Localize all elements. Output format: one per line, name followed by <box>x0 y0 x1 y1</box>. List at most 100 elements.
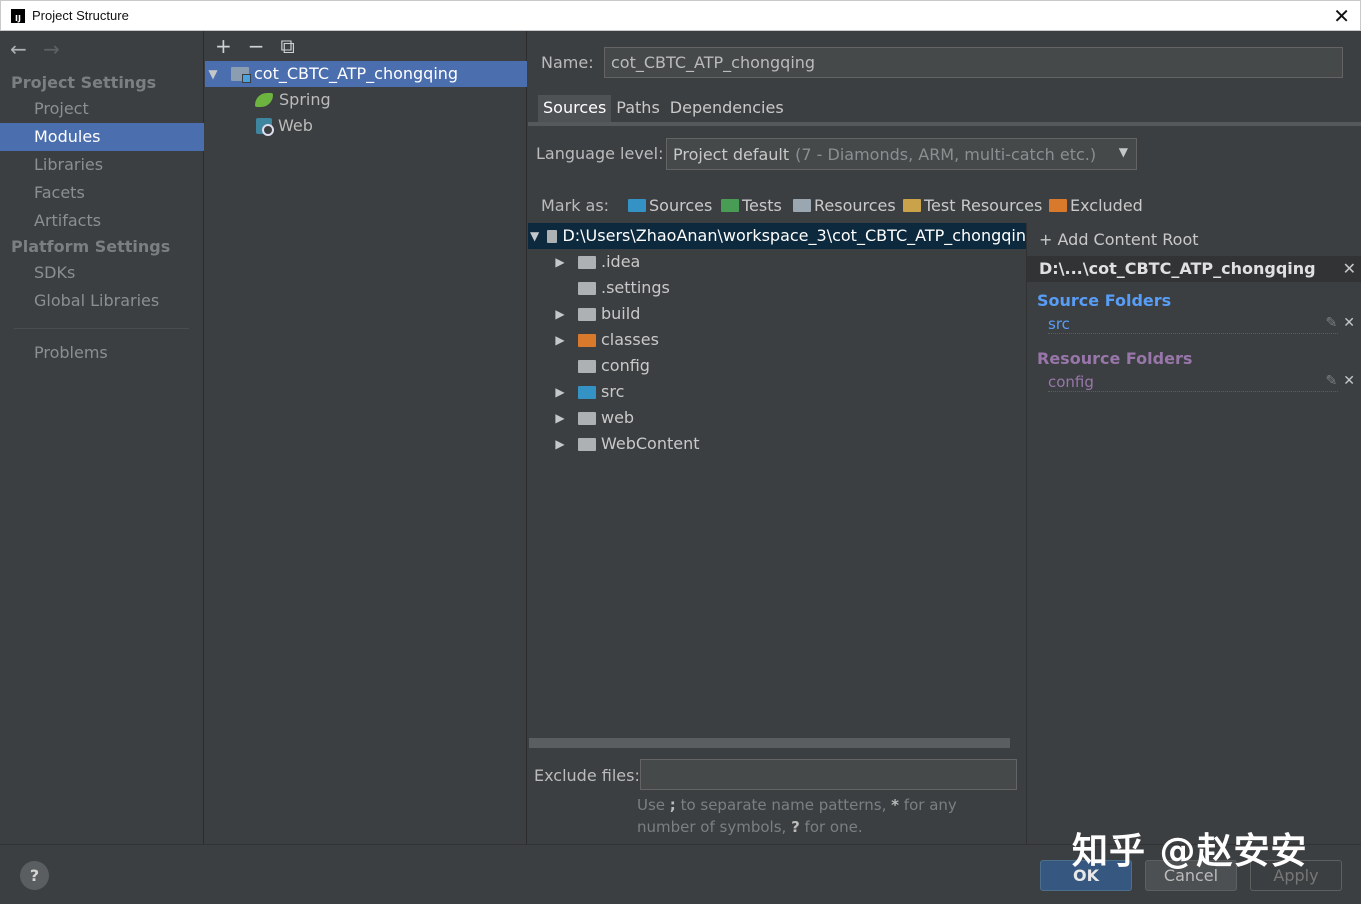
mark-label: Resources <box>814 196 896 215</box>
collapsed-caret-icon[interactable]: ▶ <box>552 431 568 457</box>
resource-folder-item[interactable]: config <box>1048 373 1338 392</box>
mark-resources-button[interactable]: Resources <box>793 196 896 215</box>
hint-text: to separate name patterns, <box>675 796 892 814</box>
resource-folders-title: Resource Folders <box>1037 349 1193 368</box>
sources-folder-icon <box>628 199 646 212</box>
directory-name: .settings <box>601 278 670 297</box>
mark-excluded-button[interactable]: Excluded <box>1049 196 1143 215</box>
remove-root-icon[interactable]: ✕ <box>1343 256 1356 282</box>
window-title: Project Structure <box>32 8 129 23</box>
close-icon[interactable]: ✕ <box>1333 4 1350 28</box>
content-roots-panel: + Add Content Root D:\...\cot_CBTC_ATP_c… <box>1026 223 1361 844</box>
nav-item-sdks[interactable]: SDKs <box>0 259 204 287</box>
module-name: cot_CBTC_ATP_chongqing <box>254 64 459 83</box>
directory-name: web <box>601 408 635 427</box>
expanded-caret-icon[interactable]: ▼ <box>530 223 539 249</box>
language-level-detail: (7 - Diamonds, ARM, multi-catch etc.) <box>795 144 1097 164</box>
directory-tree: ▼ D:\Users\ZhaoAnan\workspace_3\cot_CBTC… <box>528 223 1026 743</box>
resources-folder-icon <box>793 199 811 212</box>
nav-item-problems[interactable]: Problems <box>0 339 204 367</box>
folder-icon <box>578 281 596 295</box>
collapsed-caret-icon[interactable]: ▶ <box>552 379 568 405</box>
add-content-root-button[interactable]: + Add Content Root <box>1039 230 1199 249</box>
module-tree-root[interactable]: ▼ cot_CBTC_ATP_chongqing <box>205 61 527 87</box>
directory-name: config <box>601 356 650 375</box>
nav-item-project[interactable]: Project <box>0 95 204 123</box>
source-folders-title: Source Folders <box>1037 291 1172 310</box>
folder-icon <box>578 437 596 451</box>
exclude-hint: Use ; to separate name patterns, * for a… <box>637 794 997 838</box>
directory-name: WebContent <box>601 434 700 453</box>
directory-name: classes <box>601 330 659 349</box>
module-name-field[interactable] <box>604 47 1343 78</box>
language-level-dropdown[interactable]: Project default (7 - Diamonds, ARM, mult… <box>666 138 1137 170</box>
tab-dependencies[interactable]: Dependencies <box>665 95 789 123</box>
watermark: 知乎 @赵安安 <box>1072 831 1308 872</box>
settings-nav: ← → Project Settings Project Modules Lib… <box>0 31 204 844</box>
details-tabs: Sources Paths Dependencies <box>538 95 789 123</box>
mark-label: Tests <box>742 196 782 215</box>
directory-row[interactable]: ▶ WebContent <box>528 431 700 457</box>
module-facet-spring[interactable]: Spring <box>205 87 527 113</box>
directory-row[interactable]: ▶ web <box>528 405 634 431</box>
edit-icon[interactable]: ✎ <box>1326 315 1338 331</box>
platform-settings-header: Platform Settings <box>11 237 171 256</box>
help-icon[interactable]: ? <box>20 861 49 890</box>
module-folder-icon <box>231 67 251 83</box>
nav-item-global-libraries[interactable]: Global Libraries <box>0 287 204 315</box>
forward-arrow-icon[interactable]: → <box>43 37 60 61</box>
back-arrow-icon[interactable]: ← <box>10 37 27 61</box>
directory-name: build <box>601 304 641 323</box>
source-folder-icon <box>578 385 596 399</box>
collapsed-caret-icon[interactable]: ▶ <box>552 405 568 431</box>
expanded-caret-icon[interactable]: ▼ <box>205 61 221 87</box>
remove-icon[interactable]: ✕ <box>1343 373 1355 389</box>
nav-item-artifacts[interactable]: Artifacts <box>0 207 204 235</box>
collapsed-caret-icon[interactable]: ▶ <box>552 249 568 275</box>
tab-paths[interactable]: Paths <box>611 95 664 123</box>
module-tree-panel: + − ⧉ ▼ cot_CBTC_ATP_chongqing Spring We… <box>205 31 527 844</box>
folder-icon <box>578 255 596 269</box>
mark-tests-button[interactable]: Tests <box>721 196 782 215</box>
content-root-path: D:\...\cot_CBTC_ATP_chongqing <box>1039 259 1316 278</box>
tab-underline <box>528 122 1361 126</box>
nav-item-modules[interactable]: Modules <box>0 123 204 151</box>
exclude-files-label: Exclude files: <box>534 766 640 785</box>
copy-icon[interactable]: ⧉ <box>281 34 295 58</box>
excluded-folder-icon <box>578 333 596 347</box>
remove-icon[interactable]: − <box>248 34 265 58</box>
hint-symbol: ? <box>791 818 800 836</box>
name-label: Name: <box>541 53 594 72</box>
mark-test-resources-button[interactable]: Test Resources <box>903 196 1042 215</box>
content-root-header: D:\...\cot_CBTC_ATP_chongqing ✕ <box>1027 256 1361 282</box>
nav-divider <box>14 328 189 329</box>
directory-row[interactable]: config <box>528 353 650 379</box>
nav-item-facets[interactable]: Facets <box>0 179 204 207</box>
collapsed-caret-icon[interactable]: ▶ <box>552 327 568 353</box>
directory-root-row[interactable]: ▼ D:\Users\ZhaoAnan\workspace_3\cot_CBTC… <box>528 223 1026 249</box>
mark-sources-button[interactable]: Sources <box>628 196 712 215</box>
collapsed-caret-icon[interactable]: ▶ <box>552 301 568 327</box>
source-folder-item[interactable]: src <box>1048 315 1338 334</box>
nav-item-libraries[interactable]: Libraries <box>0 151 204 179</box>
resource-folder-name: config <box>1048 373 1094 391</box>
mark-label: Excluded <box>1070 196 1143 215</box>
edit-icon[interactable]: ✎ <box>1326 373 1338 389</box>
directory-name: .idea <box>601 252 641 271</box>
folder-icon <box>578 411 596 425</box>
directory-row[interactable]: ▶ classes <box>528 327 659 353</box>
exclude-files-field[interactable] <box>640 759 1017 790</box>
directory-row[interactable]: ▶ .idea <box>528 249 640 275</box>
add-icon[interactable]: + <box>215 34 232 58</box>
directory-name: src <box>601 382 625 401</box>
module-facet-web[interactable]: Web <box>205 113 527 139</box>
directory-row[interactable]: .settings <box>528 275 670 301</box>
horizontal-scrollbar[interactable] <box>529 738 1010 748</box>
tab-sources[interactable]: Sources <box>538 95 612 123</box>
source-folder-tools: ✎ ✕ <box>1326 315 1355 331</box>
directory-row[interactable]: ▶ build <box>528 301 640 327</box>
directory-row[interactable]: ▶ src <box>528 379 624 405</box>
hint-text: Use <box>637 796 670 814</box>
facet-label: Web <box>278 116 313 135</box>
remove-icon[interactable]: ✕ <box>1343 315 1355 331</box>
